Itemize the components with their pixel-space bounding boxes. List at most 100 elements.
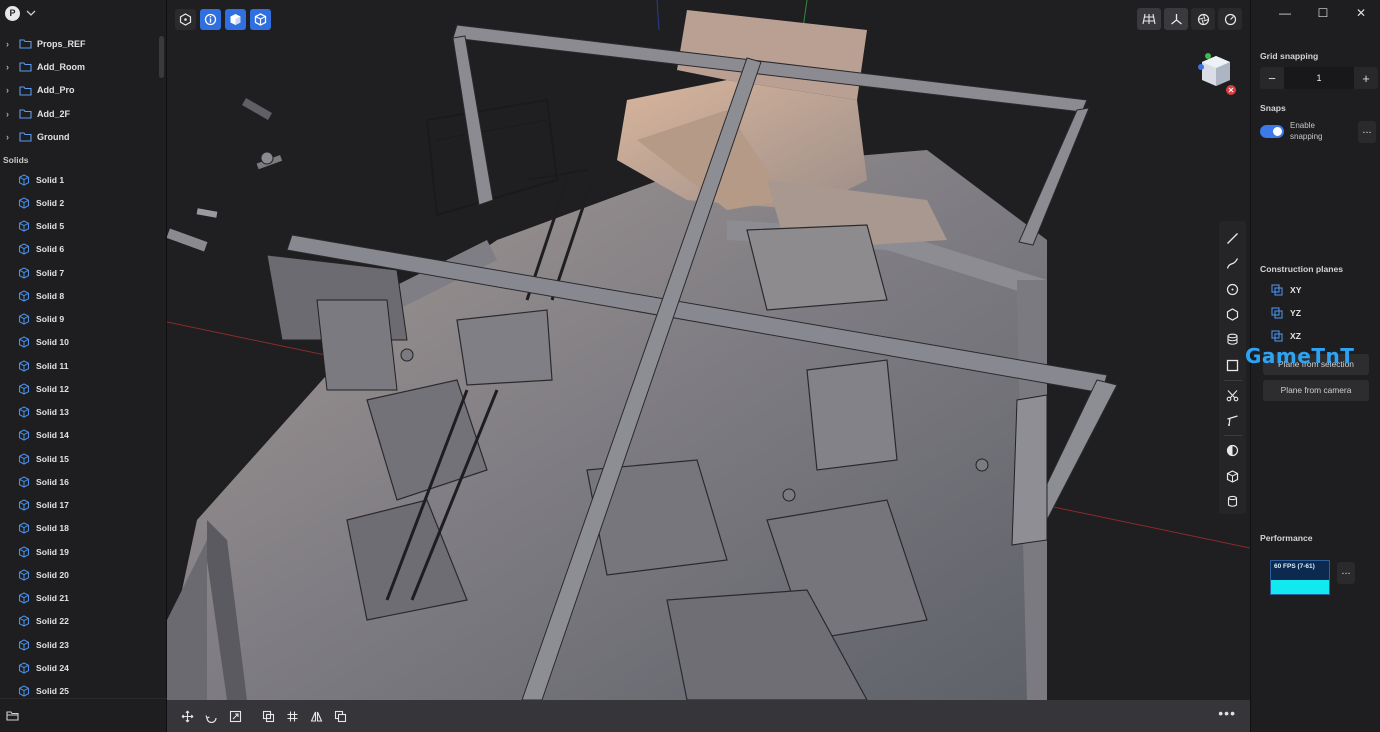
- minimize-button[interactable]: —: [1266, 4, 1304, 22]
- plane-item-xz[interactable]: XZ: [1271, 330, 1301, 342]
- chevron-right-icon[interactable]: ›: [6, 109, 14, 119]
- solid-item[interactable]: Solid 10: [0, 331, 158, 354]
- solid-item[interactable]: Solid 1: [0, 168, 158, 191]
- outliner-header: P: [0, 0, 166, 26]
- chevron-right-icon[interactable]: ›: [6, 62, 14, 72]
- chevron-right-icon[interactable]: ›: [6, 39, 14, 49]
- close-button[interactable]: ✕: [1342, 4, 1380, 22]
- scissors-icon: [1226, 389, 1239, 402]
- environment-button[interactable]: [1218, 8, 1242, 30]
- solid-item[interactable]: Solid 20: [0, 563, 158, 586]
- solid-item[interactable]: Solid 12: [0, 377, 158, 400]
- solid-label: Solid 9: [36, 314, 65, 325]
- cylinder-tool-button[interactable]: [1222, 327, 1244, 352]
- solid-item[interactable]: Solid 6: [0, 238, 158, 261]
- solid-item[interactable]: Solid 16: [0, 470, 158, 493]
- database-tool-button[interactable]: [1222, 489, 1244, 514]
- view-mode-toolbar: [175, 9, 271, 30]
- solid-label: Solid 18: [36, 523, 69, 534]
- cube-outline-icon: [18, 499, 30, 511]
- outliner-scrollbar[interactable]: [159, 36, 164, 78]
- folder-item[interactable]: › Add_2F: [0, 102, 158, 125]
- solid-label: Solid 25: [36, 686, 69, 697]
- array-tool-button[interactable]: [282, 705, 303, 727]
- move-tool-button[interactable]: [177, 705, 198, 727]
- solid-label: Solid 24: [36, 662, 69, 673]
- folder-item[interactable]: › Add_Pro: [0, 79, 158, 102]
- maximize-button[interactable]: ☐: [1304, 4, 1342, 22]
- wireframe-mode-button[interactable]: [250, 9, 271, 30]
- offset-tool-button[interactable]: [258, 705, 279, 727]
- construction-planes-label: Construction planes: [1260, 264, 1344, 274]
- folder-label: Ground: [37, 131, 70, 142]
- solid-label: Solid 22: [36, 616, 69, 627]
- circle-tool-button[interactable]: [1222, 277, 1244, 302]
- plane-from-camera-button[interactable]: Plane from camera: [1263, 380, 1369, 401]
- solid-item[interactable]: Solid 9: [0, 308, 158, 331]
- solid-item[interactable]: Solid 18: [0, 517, 158, 540]
- folder-item[interactable]: › Add_Room: [0, 55, 158, 78]
- solid-item[interactable]: Solid 2: [0, 191, 158, 214]
- plane-item-yz[interactable]: YZ: [1271, 307, 1301, 319]
- grid-toggle-button[interactable]: [1137, 8, 1161, 30]
- chevron-down-icon[interactable]: [26, 8, 36, 18]
- select-mode-button[interactable]: [175, 9, 196, 30]
- render-settings-button[interactable]: [1191, 8, 1215, 30]
- solid-item[interactable]: Solid 21: [0, 587, 158, 610]
- app-logo-icon[interactable]: P: [5, 5, 20, 21]
- scale-tool-button[interactable]: [225, 705, 246, 727]
- material-tool-button[interactable]: [1222, 438, 1244, 463]
- polygon-tool-button[interactable]: [1222, 302, 1244, 327]
- solid-item[interactable]: Solid 23: [0, 633, 158, 656]
- performance-more-button[interactable]: ...: [1337, 562, 1355, 584]
- duplicate-tool-button[interactable]: [330, 705, 351, 727]
- solid-item[interactable]: Solid 22: [0, 610, 158, 633]
- viewport-options-toolbar: [1137, 8, 1242, 30]
- plane-item-xy[interactable]: XY: [1271, 284, 1301, 296]
- increment-button[interactable]: +: [1354, 71, 1378, 86]
- solid-item[interactable]: Solid 24: [0, 656, 158, 679]
- more-options-icon[interactable]: •••: [1218, 706, 1236, 720]
- solid-mode-button[interactable]: [225, 9, 246, 30]
- solid-item[interactable]: Solid 13: [0, 401, 158, 424]
- rotate-tool-button[interactable]: [201, 705, 222, 727]
- axes-toggle-button[interactable]: [1164, 8, 1188, 30]
- solid-label: Solid 8: [36, 290, 65, 301]
- decrement-button[interactable]: −: [1260, 71, 1284, 86]
- plane-label: YZ: [1290, 308, 1301, 318]
- solid-item[interactable]: Solid 11: [0, 354, 158, 377]
- solid-item[interactable]: Solid 15: [0, 447, 158, 470]
- folder-item[interactable]: › Ground: [0, 125, 158, 148]
- solid-label: Solid 12: [36, 383, 69, 394]
- curve-tool-button[interactable]: [1222, 251, 1244, 276]
- grid-value-input[interactable]: 1: [1284, 67, 1354, 89]
- solid-item[interactable]: Solid 14: [0, 424, 158, 447]
- enable-snapping-toggle[interactable]: [1260, 124, 1284, 138]
- solid-item[interactable]: Solid 8: [0, 284, 158, 307]
- folder-item[interactable]: › Props_REF: [0, 32, 158, 55]
- xray-mode-button[interactable]: [200, 9, 221, 30]
- snaps-label: Snaps: [1260, 103, 1286, 113]
- solid-item[interactable]: Solid 19: [0, 540, 158, 563]
- cube-outline-icon: [18, 662, 30, 674]
- solid-item[interactable]: Solid 5: [0, 215, 158, 238]
- box-tool-button[interactable]: [1222, 463, 1244, 488]
- rectangle-tool-button[interactable]: [1222, 352, 1244, 377]
- cube-outline-icon: [18, 546, 30, 558]
- solid-label: Solid 10: [36, 337, 69, 348]
- solid-item[interactable]: Solid 7: [0, 261, 158, 284]
- line-tool-button[interactable]: [1222, 226, 1244, 251]
- chevron-right-icon[interactable]: ›: [6, 85, 14, 95]
- cube-outline-icon: [18, 220, 30, 232]
- chevron-right-icon[interactable]: ›: [6, 132, 14, 142]
- new-folder-icon[interactable]: [6, 710, 19, 721]
- trim-tool-button[interactable]: [1222, 408, 1244, 433]
- hexagon-icon: [1226, 308, 1239, 321]
- mirror-tool-button[interactable]: [306, 705, 327, 727]
- orientation-gizmo-icon[interactable]: [1196, 50, 1236, 98]
- 3d-viewport[interactable]: [167, 0, 1250, 700]
- snaps-more-button[interactable]: ...: [1358, 121, 1376, 143]
- solid-label: Solid 7: [36, 267, 65, 278]
- cut-tool-button[interactable]: [1222, 383, 1244, 408]
- solid-item[interactable]: Solid 17: [0, 494, 158, 517]
